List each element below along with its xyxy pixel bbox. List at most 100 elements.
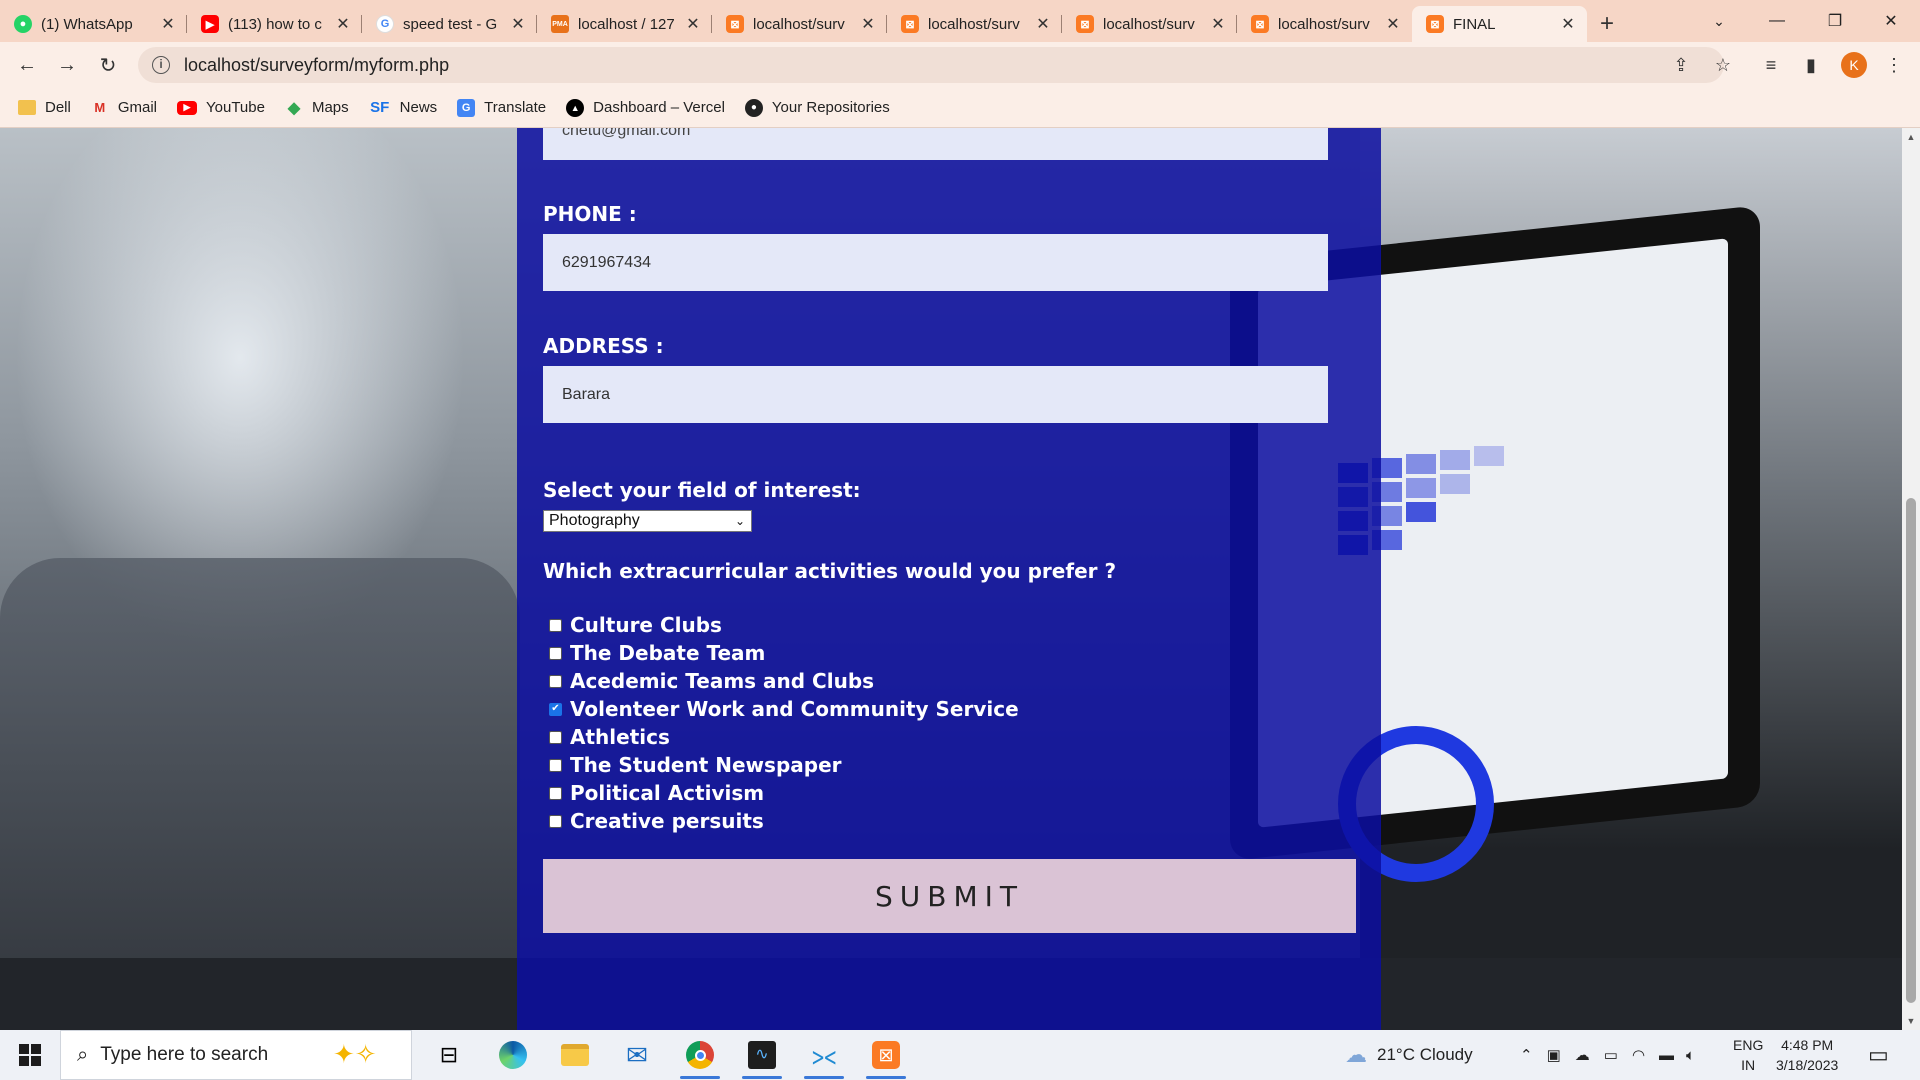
xampp-icon: ⊠ xyxy=(1426,15,1444,33)
reload-button[interactable]: ↻ xyxy=(88,45,128,85)
activity-athletics[interactable]: Athletics xyxy=(549,724,670,750)
address-bar[interactable]: i localhost/surveyform/myform.php xyxy=(138,47,1724,83)
bookmark-vercel[interactable]: ▲ Dashboard – Vercel xyxy=(566,98,725,117)
checkbox[interactable] xyxy=(549,646,562,660)
tab-title: localhost/surv xyxy=(928,15,1020,33)
star-icon[interactable]: ☆ xyxy=(1711,53,1735,77)
onedrive-icon[interactable]: ☁ xyxy=(1575,1046,1590,1064)
interest-label: Select your field of interest: xyxy=(543,478,861,502)
checkbox-checked[interactable]: ✔ xyxy=(549,702,562,716)
mail-icon[interactable]: ✉ xyxy=(621,1039,653,1071)
file-explorer-icon[interactable] xyxy=(559,1039,591,1071)
close-window-button[interactable]: ✕ xyxy=(1862,0,1920,42)
volume-icon[interactable]: 🔈︎ xyxy=(1686,1047,1695,1064)
display-icon[interactable]: ▭ xyxy=(1604,1046,1618,1064)
checkbox-label: Volenteer Work and Community Service xyxy=(570,697,1019,721)
chrome-icon[interactable] xyxy=(684,1039,716,1071)
bookmark-translate[interactable]: G Translate xyxy=(457,98,546,117)
checkbox-label: Acedemic Teams and Clubs xyxy=(570,669,875,693)
activity-political-activism[interactable]: Political Activism xyxy=(549,780,764,806)
bookmark-youtube[interactable]: ▶ YouTube xyxy=(177,99,265,116)
start-button[interactable] xyxy=(0,1030,60,1080)
tab-strip: ● (1) WhatsApp ✕ ▶ (113) how to c ✕ G sp… xyxy=(0,0,1920,42)
notifications-icon[interactable]: ▭ xyxy=(1868,1030,1889,1080)
forward-button[interactable]: → xyxy=(47,45,87,85)
tab-phpmyadmin[interactable]: PMA localhost / 127 ✕ xyxy=(537,6,712,42)
chevron-up-icon[interactable]: ⌃ xyxy=(1520,1046,1533,1064)
activity-academic-teams[interactable]: Acedemic Teams and Clubs xyxy=(549,668,874,694)
close-icon[interactable]: ✕ xyxy=(509,14,527,34)
avatar[interactable]: K xyxy=(1841,52,1867,78)
taskbar-search[interactable]: ⌕ Type here to search ✦✧ xyxy=(60,1030,412,1080)
tab-final[interactable]: ⊠ FINAL ✕ xyxy=(1412,6,1587,42)
close-icon[interactable]: ✕ xyxy=(859,14,877,34)
close-icon[interactable]: ✕ xyxy=(1384,14,1402,34)
scroll-down-icon[interactable]: ▼ xyxy=(1902,1016,1920,1026)
tab-localhost-1[interactable]: ⊠ localhost/surv ✕ xyxy=(712,6,887,42)
interest-select[interactable]: Photography ⌄ xyxy=(543,510,752,532)
address-field[interactable]: Barara xyxy=(543,366,1328,423)
checkbox[interactable] xyxy=(549,730,562,744)
task-view-icon[interactable]: ⊟ xyxy=(433,1039,465,1071)
tab-localhost-3[interactable]: ⊠ localhost/surv ✕ xyxy=(1062,6,1237,42)
tab-whatsapp[interactable]: ● (1) WhatsApp ✕ xyxy=(0,6,187,42)
scrollbar-thumb[interactable] xyxy=(1906,498,1916,1003)
bookmark-label: Gmail xyxy=(117,99,158,116)
bookmark-maps[interactable]: ◆ Maps xyxy=(285,99,349,117)
bookmark-dell[interactable]: Dell xyxy=(18,99,71,116)
email-field[interactable]: chetu@gmail.com xyxy=(543,128,1328,160)
activity-debate-team[interactable]: The Debate Team xyxy=(549,640,765,666)
checkbox[interactable] xyxy=(549,674,562,688)
activity-student-newspaper[interactable]: The Student Newspaper xyxy=(549,752,842,778)
close-icon[interactable]: ✕ xyxy=(1559,14,1577,34)
tab-speed-test[interactable]: G speed test - G ✕ xyxy=(362,6,537,42)
activity-creative-pursuits[interactable]: Creative persuits xyxy=(549,808,764,834)
weather-widget[interactable]: ☁ 21°C Cloudy xyxy=(1345,1030,1473,1080)
new-tab-button[interactable]: + xyxy=(1587,6,1627,42)
minimize-icon: — xyxy=(1769,12,1785,29)
minimize-button[interactable]: — xyxy=(1748,0,1806,42)
checkbox[interactable] xyxy=(549,618,562,632)
clock[interactable]: 4:48 PM 3/18/2023 xyxy=(1776,1035,1838,1075)
edge-icon[interactable] xyxy=(497,1039,529,1071)
activity-culture-clubs[interactable]: Culture Clubs xyxy=(549,612,722,638)
checkbox[interactable] xyxy=(549,758,562,772)
side-panel-icon[interactable]: ▮ xyxy=(1799,53,1823,77)
search-icon: ⌕ xyxy=(77,1043,89,1066)
restore-button[interactable]: ❐ xyxy=(1806,0,1864,42)
tab-search-button[interactable]: ⌄ xyxy=(1690,0,1748,42)
close-icon[interactable]: ✕ xyxy=(159,14,177,34)
cloud-icon: ☁ xyxy=(1345,1042,1367,1067)
bookmark-news[interactable]: SF News xyxy=(369,99,437,117)
back-button[interactable]: ← xyxy=(7,45,47,85)
reading-list-icon[interactable]: ≡ xyxy=(1759,53,1783,77)
search-placeholder: Type here to search xyxy=(100,1044,269,1065)
share-icon[interactable]: ⇪ xyxy=(1669,53,1693,77)
activity-volunteer-work[interactable]: ✔ Volenteer Work and Community Service xyxy=(549,696,1019,722)
xampp-icon[interactable]: ⊠ xyxy=(870,1039,902,1071)
translate-icon: G xyxy=(457,98,476,117)
bookmark-github[interactable]: ● Your Repositories xyxy=(744,98,890,117)
tab-localhost-4[interactable]: ⊠ localhost/surv ✕ xyxy=(1237,6,1412,42)
close-icon[interactable]: ✕ xyxy=(684,14,702,34)
battery-icon[interactable]: ▬ xyxy=(1659,1047,1674,1064)
wifi-icon[interactable]: ◠ xyxy=(1632,1046,1645,1064)
menu-icon[interactable]: ⋮ xyxy=(1882,53,1906,77)
checkbox[interactable] xyxy=(549,814,562,828)
close-icon[interactable]: ✕ xyxy=(1209,14,1227,34)
checkbox[interactable] xyxy=(549,786,562,800)
scroll-up-icon[interactable]: ▲ xyxy=(1902,132,1920,142)
tab-youtube[interactable]: ▶ (113) how to c ✕ xyxy=(187,6,362,42)
page-scrollbar[interactable]: ▲ ▼ xyxy=(1902,128,1920,1030)
submit-button[interactable]: SUBMIT xyxy=(543,859,1356,933)
vscode-icon[interactable]: ⪥ xyxy=(808,1039,840,1071)
close-icon[interactable]: ✕ xyxy=(1034,14,1052,34)
meet-now-icon[interactable]: ▣ xyxy=(1547,1046,1561,1064)
info-icon[interactable]: i xyxy=(152,56,170,74)
language-indicator[interactable]: ENG IN xyxy=(1733,1035,1763,1075)
phone-field[interactable]: 6291967434 xyxy=(543,234,1328,291)
bookmark-gmail[interactable]: M Gmail xyxy=(91,99,157,117)
wave-app-icon[interactable]: ∿ xyxy=(746,1039,778,1071)
tab-localhost-2[interactable]: ⊠ localhost/surv ✕ xyxy=(887,6,1062,42)
close-icon[interactable]: ✕ xyxy=(334,14,352,34)
